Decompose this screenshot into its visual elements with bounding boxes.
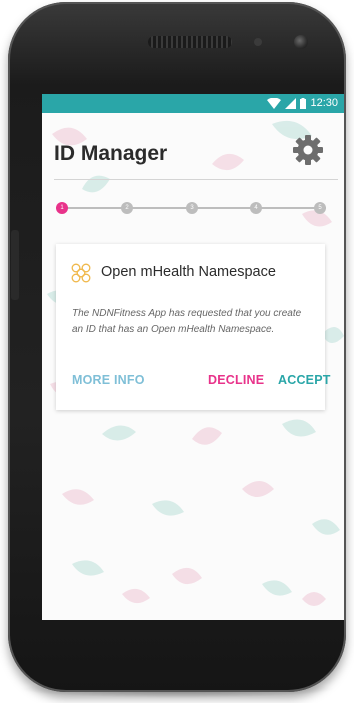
cell-signal-icon [285,97,297,109]
decline-button[interactable]: DECLINE [208,373,264,387]
front-camera [294,35,308,49]
phone-frame: 12:30 ID Manager 1 2 3 4 5 Open mHealth … [8,2,346,692]
step-3: 3 [186,202,198,214]
status-bar: 12:30 [42,94,344,113]
gear-icon[interactable] [292,134,324,166]
step-2: 2 [121,202,133,214]
namespace-request-card: Open mHealth Namespace The NDNFitness Ap… [56,244,330,410]
page-title: ID Manager [54,142,168,165]
side-button [11,230,19,300]
wifi-icon [267,97,282,109]
card-description: The NDNFitness App has requested that yo… [72,308,302,335]
step-4: 4 [250,202,262,214]
battery-icon [300,97,307,109]
card-title: Open mHealth Namespace [101,264,276,280]
header-divider [54,179,338,180]
speaker-grille [148,36,232,48]
card-actions: MORE INFO DECLINE ACCEPT [72,373,330,389]
step-5: 5 [314,202,326,214]
step-1: 1 [56,202,68,214]
more-info-button[interactable]: MORE INFO [72,373,145,387]
namespace-pattern-icon [71,263,91,283]
app-screen: 12:30 ID Manager 1 2 3 4 5 Open mHealth … [42,94,344,620]
accept-button[interactable]: ACCEPT [278,373,331,387]
progress-stepper: 1 2 3 4 5 [56,202,326,214]
status-time: 12:30 [310,97,338,109]
proximity-sensor [254,38,262,46]
